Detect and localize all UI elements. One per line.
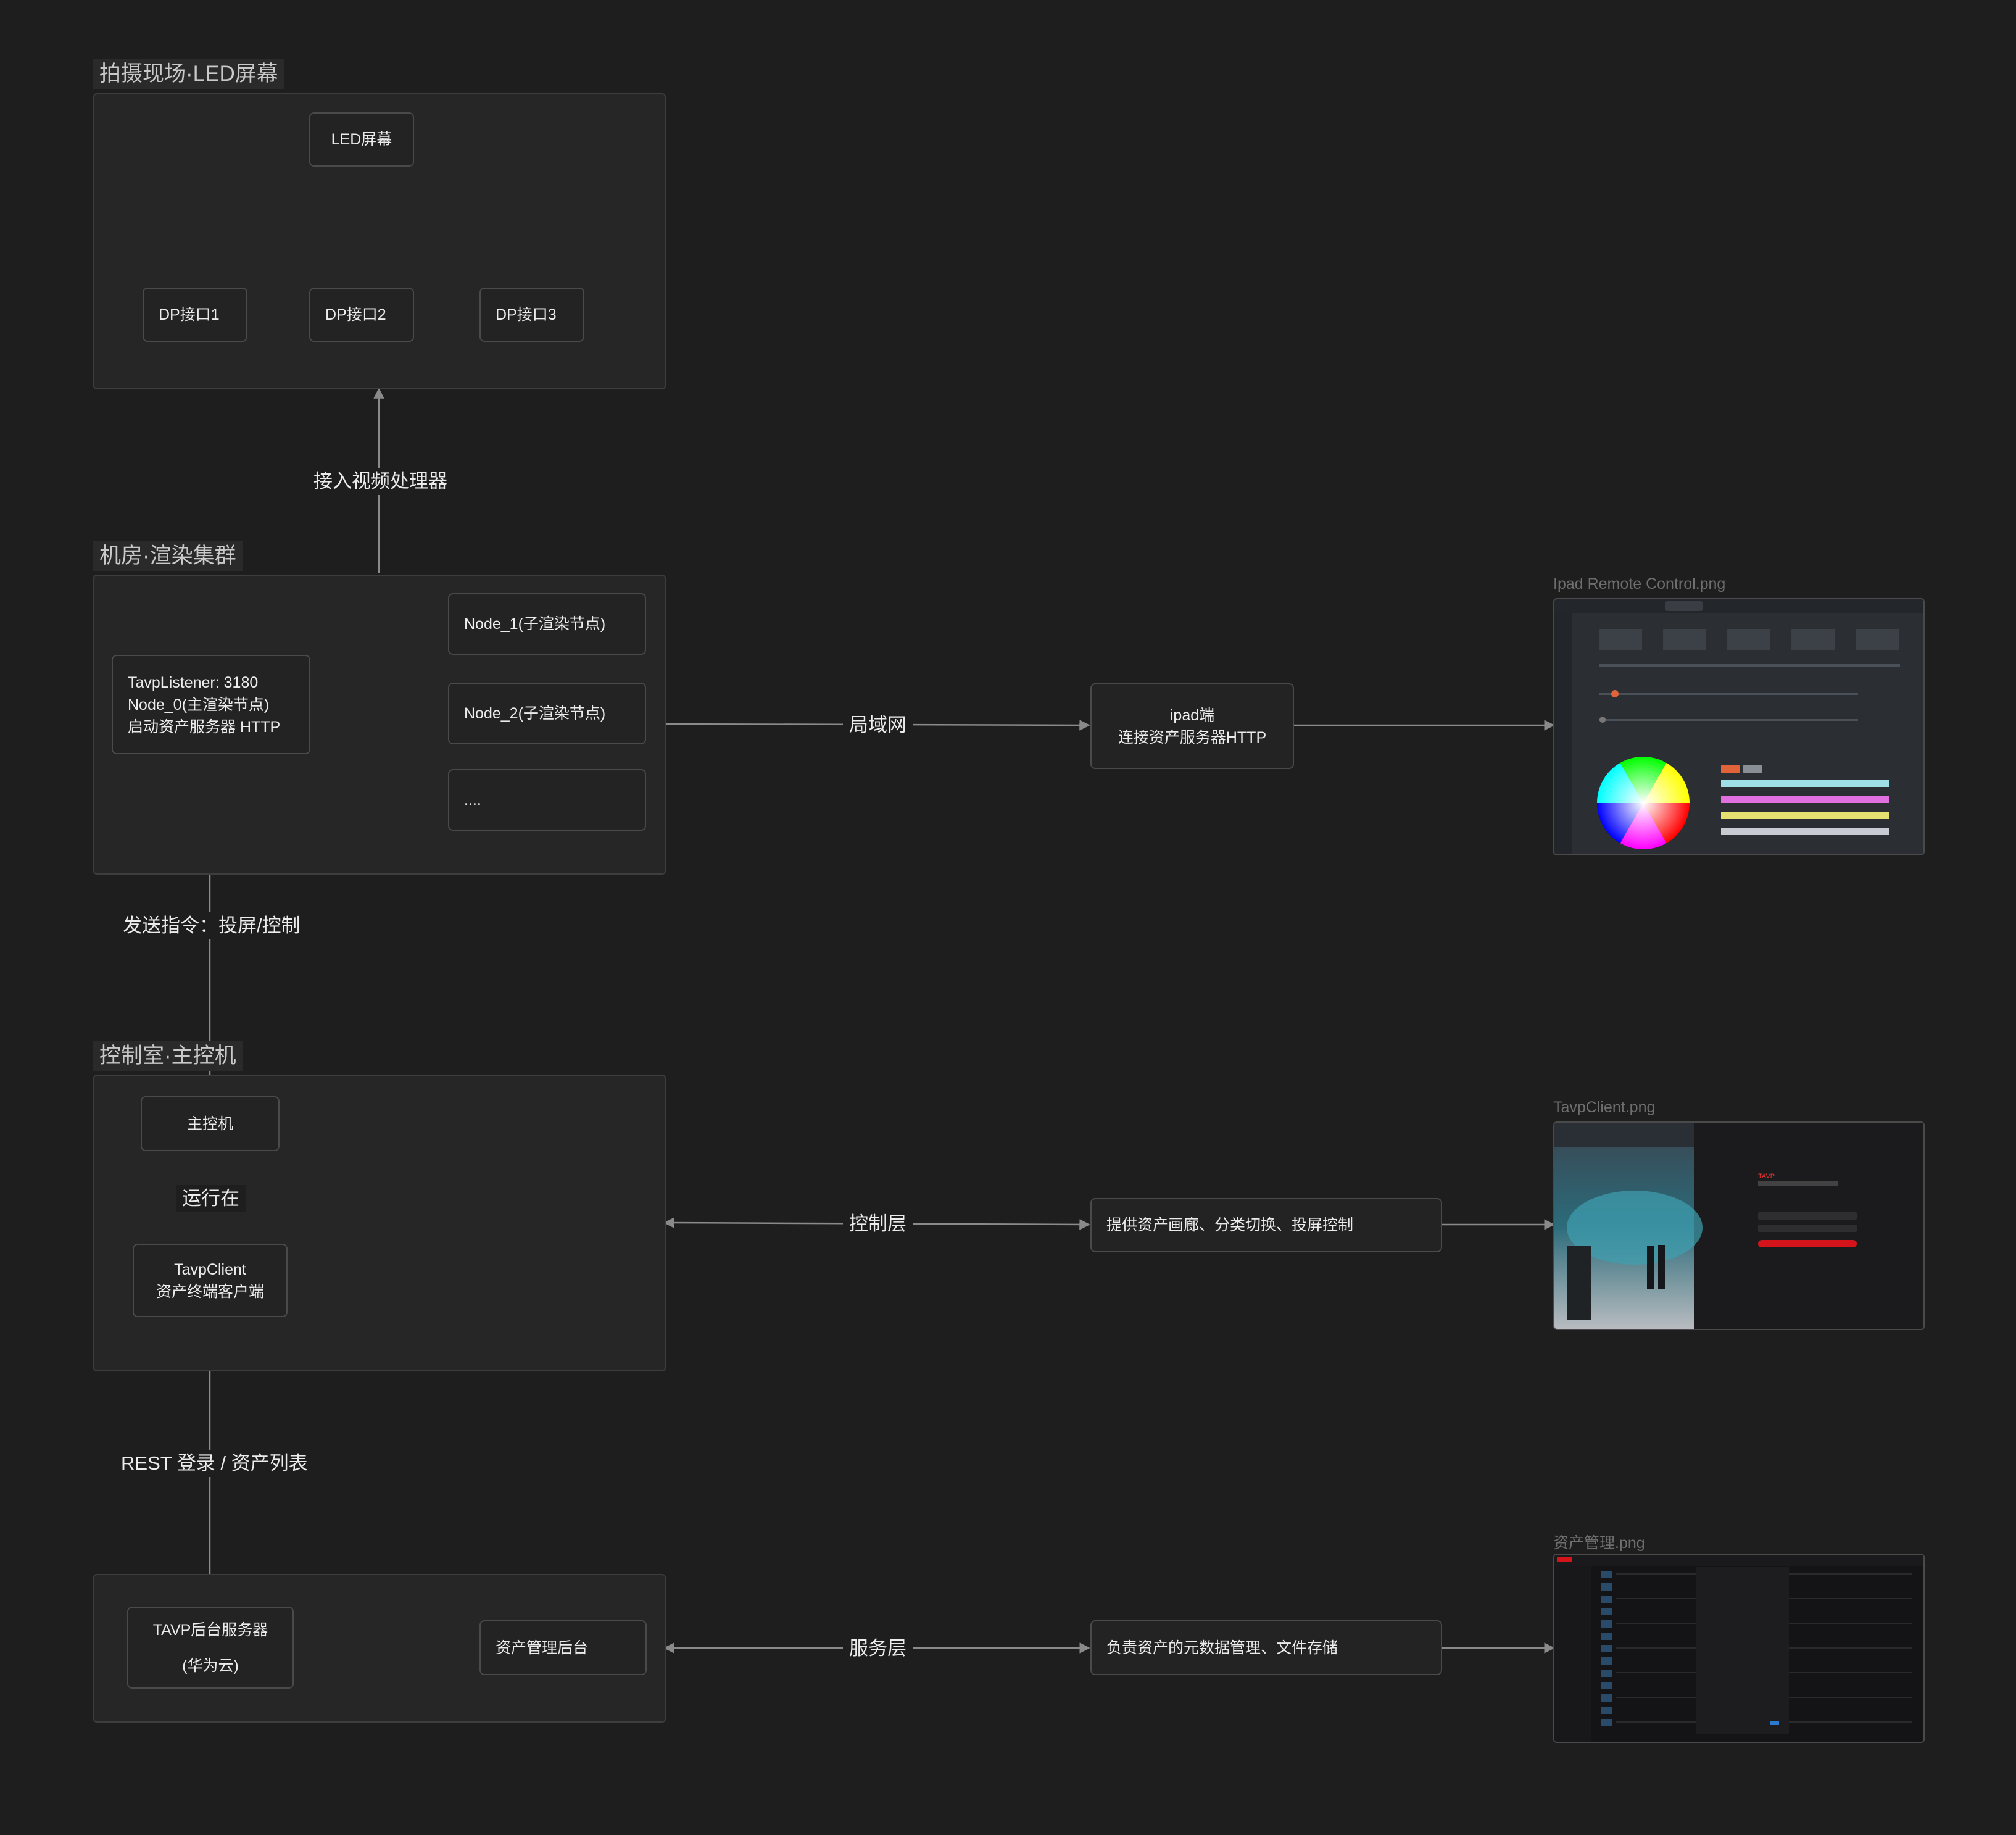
client-file-label: TavpClient.png: [1553, 1099, 1656, 1116]
client-node[interactable]: TavpClient 资产终端客户端: [133, 1244, 288, 1317]
led-screen-node[interactable]: LED屏幕: [309, 112, 414, 167]
group-led-title: 拍摄现场·LED屏幕: [93, 59, 284, 89]
assets-screenshot-art: [1554, 1555, 1923, 1742]
dp1-node[interactable]: DP接口1: [143, 288, 247, 342]
group-control-title: 控制室·主控机: [93, 1041, 243, 1071]
video-processor-label: 接入视频处理器: [307, 468, 454, 495]
ipad-screenshot[interactable]: [1553, 598, 1925, 855]
listener-line-2: Node_0(主渲染节点): [128, 696, 270, 714]
service-desc-node[interactable]: 负责资产的元数据管理、文件存储: [1090, 1620, 1442, 1675]
assets-file-label: 资产管理.png: [1553, 1534, 1645, 1552]
service-desc-label: 负责资产的元数据管理、文件存储: [1106, 1639, 1338, 1657]
ipad-screenshot-art: [1554, 599, 1923, 854]
diagram-canvas: 拍摄现场·LED屏幕 机房·渲染集群 控制室·主控机 LED屏幕 DP接口1 D…: [0, 0, 2016, 1835]
assets-screenshot[interactable]: [1553, 1554, 1925, 1743]
runs-on-label: 运行在: [176, 1185, 246, 1212]
ipad-line-1: ipad端: [1169, 706, 1215, 724]
backend-node[interactable]: TAVP后台服务器 (华为云): [127, 1607, 294, 1689]
node-more-label: ....: [464, 791, 481, 809]
node2-node[interactable]: Node_2(子渲染节点): [448, 683, 646, 744]
listener-node[interactable]: TavpListener: 3180 Node_0(主渲染节点) 启动资产服务器…: [112, 655, 310, 754]
node1-label: Node_1(子渲染节点): [464, 615, 606, 633]
control-layer-label: 控制层: [843, 1210, 913, 1238]
svg-text:TAVP: TAVP: [1758, 1173, 1775, 1180]
client-desc-label: 提供资产画廊、分类切换、投屏控制: [1106, 1217, 1354, 1234]
asset-admin-label: 资产管理后台: [496, 1639, 589, 1657]
lan-label: 局域网: [843, 712, 913, 739]
dp3-node[interactable]: DP接口3: [479, 288, 584, 342]
group-render-title: 机房·渲染集群: [93, 541, 243, 571]
ipad-file-label: Ipad Remote Control.png: [1553, 575, 1726, 593]
dp1-label: DP接口1: [159, 306, 220, 323]
node1-node[interactable]: Node_1(子渲染节点): [448, 593, 646, 655]
client-desc-node[interactable]: 提供资产画廊、分类切换、投屏控制: [1090, 1198, 1442, 1252]
client-screenshot-art: TAVP: [1554, 1123, 1923, 1329]
client-screenshot[interactable]: TAVP: [1553, 1121, 1925, 1330]
led-screen-label: LED屏幕: [331, 131, 392, 148]
listener-line-3: 启动资产服务器 HTTP: [128, 718, 281, 736]
client-line-1: TavpClient: [174, 1260, 246, 1278]
ipad-line-2: 连接资产服务器HTTP: [1118, 728, 1267, 746]
ipad-node[interactable]: ipad端 连接资产服务器HTTP: [1090, 683, 1294, 769]
send-command-label: 发送指令：投屏/控制: [117, 912, 307, 939]
node2-label: Node_2(子渲染节点): [464, 705, 606, 722]
backend-line-2: (华为云): [182, 1657, 239, 1675]
dp3-label: DP接口3: [496, 306, 557, 323]
service-layer-label: 服务层: [843, 1635, 913, 1662]
backend-line-1: TAVP后台服务器: [152, 1621, 268, 1639]
host-node[interactable]: 主控机: [141, 1096, 280, 1151]
dp2-label: DP接口2: [325, 306, 386, 323]
rest-label: REST 登录 / 资产列表: [115, 1450, 314, 1477]
host-label: 主控机: [186, 1115, 233, 1133]
listener-line-1: TavpListener: 3180: [128, 673, 259, 691]
asset-admin-node[interactable]: 资产管理后台: [479, 1620, 647, 1675]
node-more-node[interactable]: ....: [448, 769, 646, 831]
dp2-node[interactable]: DP接口2: [309, 288, 414, 342]
client-line-2: 资产终端客户端: [156, 1283, 264, 1300]
